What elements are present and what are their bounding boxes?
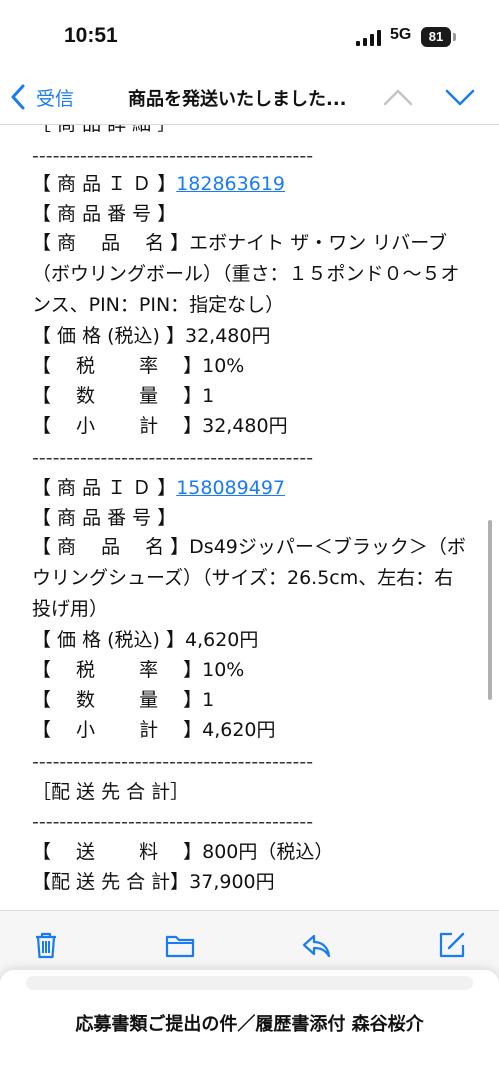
product-name-row: 【 商 品 名 】Ds49ジッパー＜ブラック＞（ボウリングシューズ）（サイズ：2… — [32, 536, 466, 620]
product-id-row: 【 商 品 Ｉ Ｄ 】182863619 — [32, 172, 285, 196]
chevron-left-icon — [11, 84, 25, 110]
clock: 10:51 — [64, 24, 118, 47]
product-id-label: 【 商 品 Ｉ Ｄ 】 — [32, 477, 177, 499]
draft-sheet[interactable]: 応募書類ご提出の件／履歴書添付 森谷桜介 — [0, 970, 499, 1080]
product-number-row: 【 商 品 番 号 】 — [32, 507, 177, 529]
folder-icon[interactable] — [164, 929, 196, 961]
product-name-row: 【 商 品 名 】エボナイト ザ・ワン リバーブ（ボウリングボール）（重さ：１５… — [32, 232, 460, 316]
status-bar: 10:51 5G 81 — [0, 0, 499, 72]
divider-line: ----------------------------------------… — [32, 145, 314, 167]
product-number-row: 【 商 品 番 号 】 — [32, 203, 177, 225]
price-row: 【 価 格 (税込) 】32,480円 — [32, 325, 271, 347]
product-id-link[interactable]: 182863619 — [176, 173, 285, 195]
divider-line: ----------------------------------------… — [32, 811, 314, 833]
shipping-total-row: 【配 送 先 合 計】37,900円 — [32, 871, 275, 893]
previous-message-icon[interactable] — [382, 86, 414, 108]
tax-rate-row: 【 税 率 】10% — [32, 355, 245, 377]
reply-icon[interactable] — [300, 929, 332, 961]
section-header-shipping-total: ［配 送 先 合 計］ — [32, 781, 190, 803]
quantity-row: 【 数 量 】1 — [32, 385, 215, 407]
signal-icon — [356, 30, 381, 46]
mail-nav-bar: 受信 商品を発送いたしました... — [0, 72, 499, 125]
shipping-fee-row: 【 送 料 】800円（税込） — [32, 841, 334, 863]
back-button[interactable]: 受信 — [10, 82, 74, 112]
tax-rate-row: 【 税 率 】10% — [32, 659, 245, 681]
scrollbar[interactable] — [488, 520, 492, 700]
product-id-label: 【 商 品 Ｉ Ｄ 】 — [32, 173, 177, 195]
compose-icon[interactable] — [436, 929, 468, 961]
sheet-grabber[interactable] — [26, 976, 473, 990]
divider-line: ----------------------------------------… — [32, 899, 416, 910]
divider-line: ----------------------------------------… — [32, 447, 314, 469]
network-type: 5G — [390, 26, 412, 43]
subtotal-row: 【 小 計 】32,480円 — [32, 415, 288, 437]
mail-subject: 商品を発送いたしました... — [128, 89, 347, 110]
battery-icon: 81 — [421, 27, 451, 47]
quantity-row: 【 数 量 】1 — [32, 689, 215, 711]
product-id-link[interactable]: 158089497 — [176, 477, 285, 499]
subtotal-row: 【 小 計 】4,620円 — [32, 719, 276, 741]
back-label: 受信 — [36, 87, 75, 110]
next-message-icon[interactable] — [444, 86, 476, 108]
product-id-row: 【 商 品 Ｉ Ｄ 】158089497 — [32, 476, 285, 500]
price-row: 【 価 格 (税込) 】4,620円 — [32, 629, 259, 651]
message-body[interactable]: ［ 商 品 詳 細 ］ ----------------------------… — [0, 110, 499, 910]
draft-title[interactable]: 応募書類ご提出の件／履歴書添付 森谷桜介 — [0, 1010, 499, 1036]
battery-tip — [453, 33, 456, 41]
divider-line: ----------------------------------------… — [32, 751, 314, 773]
trash-icon[interactable] — [30, 929, 62, 961]
